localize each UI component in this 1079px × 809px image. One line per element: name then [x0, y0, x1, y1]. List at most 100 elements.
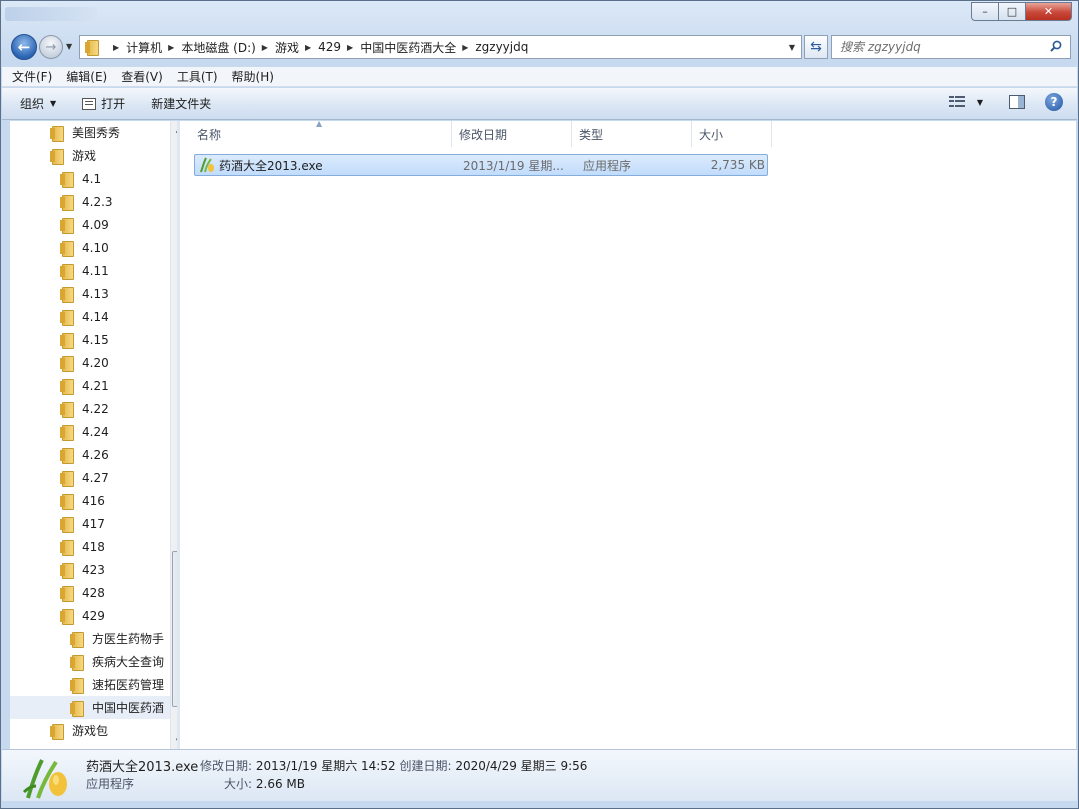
tree-item[interactable]: 428: [10, 581, 170, 604]
menu-edit[interactable]: 编辑(E): [66, 68, 107, 85]
chevron-right-icon[interactable]: ▶: [262, 43, 268, 52]
tree-item[interactable]: 4.2.3: [10, 190, 170, 213]
tree-item[interactable]: 游戏: [10, 144, 170, 167]
tree-item[interactable]: 416: [10, 489, 170, 512]
tree-item[interactable]: 429: [10, 604, 170, 627]
column-size[interactable]: 大小: [692, 121, 772, 147]
chevron-right-icon[interactable]: ▶: [305, 43, 311, 52]
back-button[interactable]: ←: [11, 34, 37, 60]
tree-item[interactable]: 疾病大全查询: [10, 650, 170, 673]
column-name[interactable]: 名称 ▲: [190, 119, 452, 147]
open-icon: [82, 97, 97, 110]
address-bar[interactable]: ▶ 计算机 ▶ 本地磁盘 (D:) ▶ 游戏 ▶ 429 ▶ 中国中医药酒大全 …: [79, 35, 802, 59]
column-modified[interactable]: 修改日期: [452, 121, 572, 147]
folder-icon: [60, 493, 74, 510]
tree-item-label: 428: [82, 585, 105, 600]
folder-icon: [70, 631, 84, 648]
tree-item[interactable]: 4.24: [10, 420, 170, 443]
tree-item-label: 4.26: [82, 447, 109, 462]
navigation-pane: 美图秀秀 游戏 4.1 4.2.3 4.09 4.10 4.11 4.13 4.14 4.15 4.…: [10, 121, 177, 749]
tree-item[interactable]: 游戏包: [10, 719, 170, 742]
file-row[interactable]: 药酒大全2013.exe 2013/1/19 星期... 应用程序 2,735 …: [194, 154, 768, 176]
menu-file[interactable]: 文件(F): [12, 68, 52, 85]
tree-item[interactable]: 423: [10, 558, 170, 581]
folder-icon: [60, 378, 74, 395]
forward-arrow-icon: →: [45, 39, 57, 55]
tree-item[interactable]: 4.14: [10, 305, 170, 328]
chevron-right-icon[interactable]: ▶: [113, 43, 119, 52]
breadcrumb-computer[interactable]: 计算机: [126, 39, 162, 56]
column-name-label: 名称: [197, 127, 222, 142]
folder-icon: [60, 263, 74, 280]
sort-ascending-icon: ▲: [316, 119, 323, 128]
minimize-button[interactable]: –: [971, 2, 999, 21]
search-input[interactable]: [840, 40, 1040, 54]
details-file-type: 应用程序: [86, 777, 135, 791]
maximize-button[interactable]: □: [999, 2, 1026, 21]
tree-item[interactable]: 美图秀秀: [10, 121, 170, 144]
breadcrumb-games[interactable]: 游戏: [275, 39, 299, 56]
breadcrumb-429[interactable]: 429: [318, 40, 341, 54]
search-box[interactable]: [831, 35, 1071, 59]
folder-icon: [50, 148, 64, 165]
tree-item-label: 方医生药物手: [92, 632, 165, 646]
new-folder-label: 新建文件夹: [151, 97, 212, 111]
tree-item[interactable]: 方医生药物手: [10, 627, 170, 650]
recent-pages-dropdown[interactable]: ▼: [66, 42, 72, 51]
tree-item-label: 疾病大全查询: [92, 655, 165, 669]
forward-button[interactable]: →: [39, 35, 63, 59]
organize-label: 组织: [20, 97, 45, 111]
tree-item-label: 4.09: [82, 217, 109, 232]
breadcrumb-current[interactable]: zgzyyjdq: [475, 40, 528, 54]
chevron-right-icon[interactable]: ▶: [168, 43, 174, 52]
menu-view[interactable]: 查看(V): [121, 68, 163, 85]
folder-icon: [50, 125, 64, 142]
column-type[interactable]: 类型: [572, 121, 692, 147]
tree-item[interactable]: 417: [10, 512, 170, 535]
breadcrumb-tcm-wine[interactable]: 中国中医药酒大全: [360, 39, 456, 56]
tree-item[interactable]: 4.09: [10, 213, 170, 236]
search-icon[interactable]: [1050, 40, 1062, 52]
tree-item-label: 4.11: [82, 263, 109, 278]
tree-item[interactable]: 4.15: [10, 328, 170, 351]
tree-item[interactable]: 4.13: [10, 282, 170, 305]
tree-item-label: 4.20: [82, 355, 109, 370]
tree-item[interactable]: 中国中医药酒: [10, 696, 170, 719]
refresh-button[interactable]: ⇆: [804, 35, 828, 59]
title-bar[interactable]: – □ ✕: [1, 1, 1078, 31]
tree-item[interactable]: 4.11: [10, 259, 170, 282]
menu-tools[interactable]: 工具(T): [177, 68, 218, 85]
chevron-right-icon[interactable]: ▶: [347, 43, 353, 52]
chevron-right-icon[interactable]: ▶: [462, 43, 468, 52]
tree-item[interactable]: 4.21: [10, 374, 170, 397]
size-value: 2.66 MB: [255, 777, 305, 791]
tree-item[interactable]: 4.10: [10, 236, 170, 259]
tree-item-label: 4.24: [82, 424, 109, 439]
view-dropdown-icon[interactable]: ▼: [977, 98, 983, 107]
tree-item-label: 4.21: [82, 378, 109, 393]
tree-item[interactable]: 4.1: [10, 167, 170, 190]
new-folder-button[interactable]: 新建文件夹: [151, 95, 211, 112]
application-icon: [22, 759, 67, 799]
organize-button[interactable]: 组织 ▼: [20, 95, 56, 112]
tree-item[interactable]: 4.20: [10, 351, 170, 374]
address-dropdown-icon[interactable]: ▼: [783, 43, 801, 52]
close-button[interactable]: ✕: [1026, 2, 1072, 21]
tree-item[interactable]: 速拓医药管理: [10, 673, 170, 696]
folder-icon: [60, 286, 74, 303]
tree-item[interactable]: 4.27: [10, 466, 170, 489]
nav-scrollbar[interactable]: ▲ ≡ ▼: [170, 121, 177, 749]
change-view-icon[interactable]: [948, 96, 965, 108]
folder-icon: [85, 40, 99, 56]
command-bar-right: ▼ ?: [948, 93, 1063, 111]
folder-icon: [60, 608, 74, 625]
open-button[interactable]: 打开: [82, 95, 125, 112]
tree-item[interactable]: 4.22: [10, 397, 170, 420]
tree-item[interactable]: 418: [10, 535, 170, 558]
menu-help[interactable]: 帮助(H): [232, 68, 274, 85]
tree-item[interactable]: 4.26: [10, 443, 170, 466]
preview-pane-icon[interactable]: [1009, 95, 1025, 109]
window-controls: – □ ✕: [971, 2, 1072, 21]
help-icon[interactable]: ?: [1045, 93, 1063, 111]
breadcrumb-local-disk[interactable]: 本地磁盘 (D:): [181, 39, 255, 56]
